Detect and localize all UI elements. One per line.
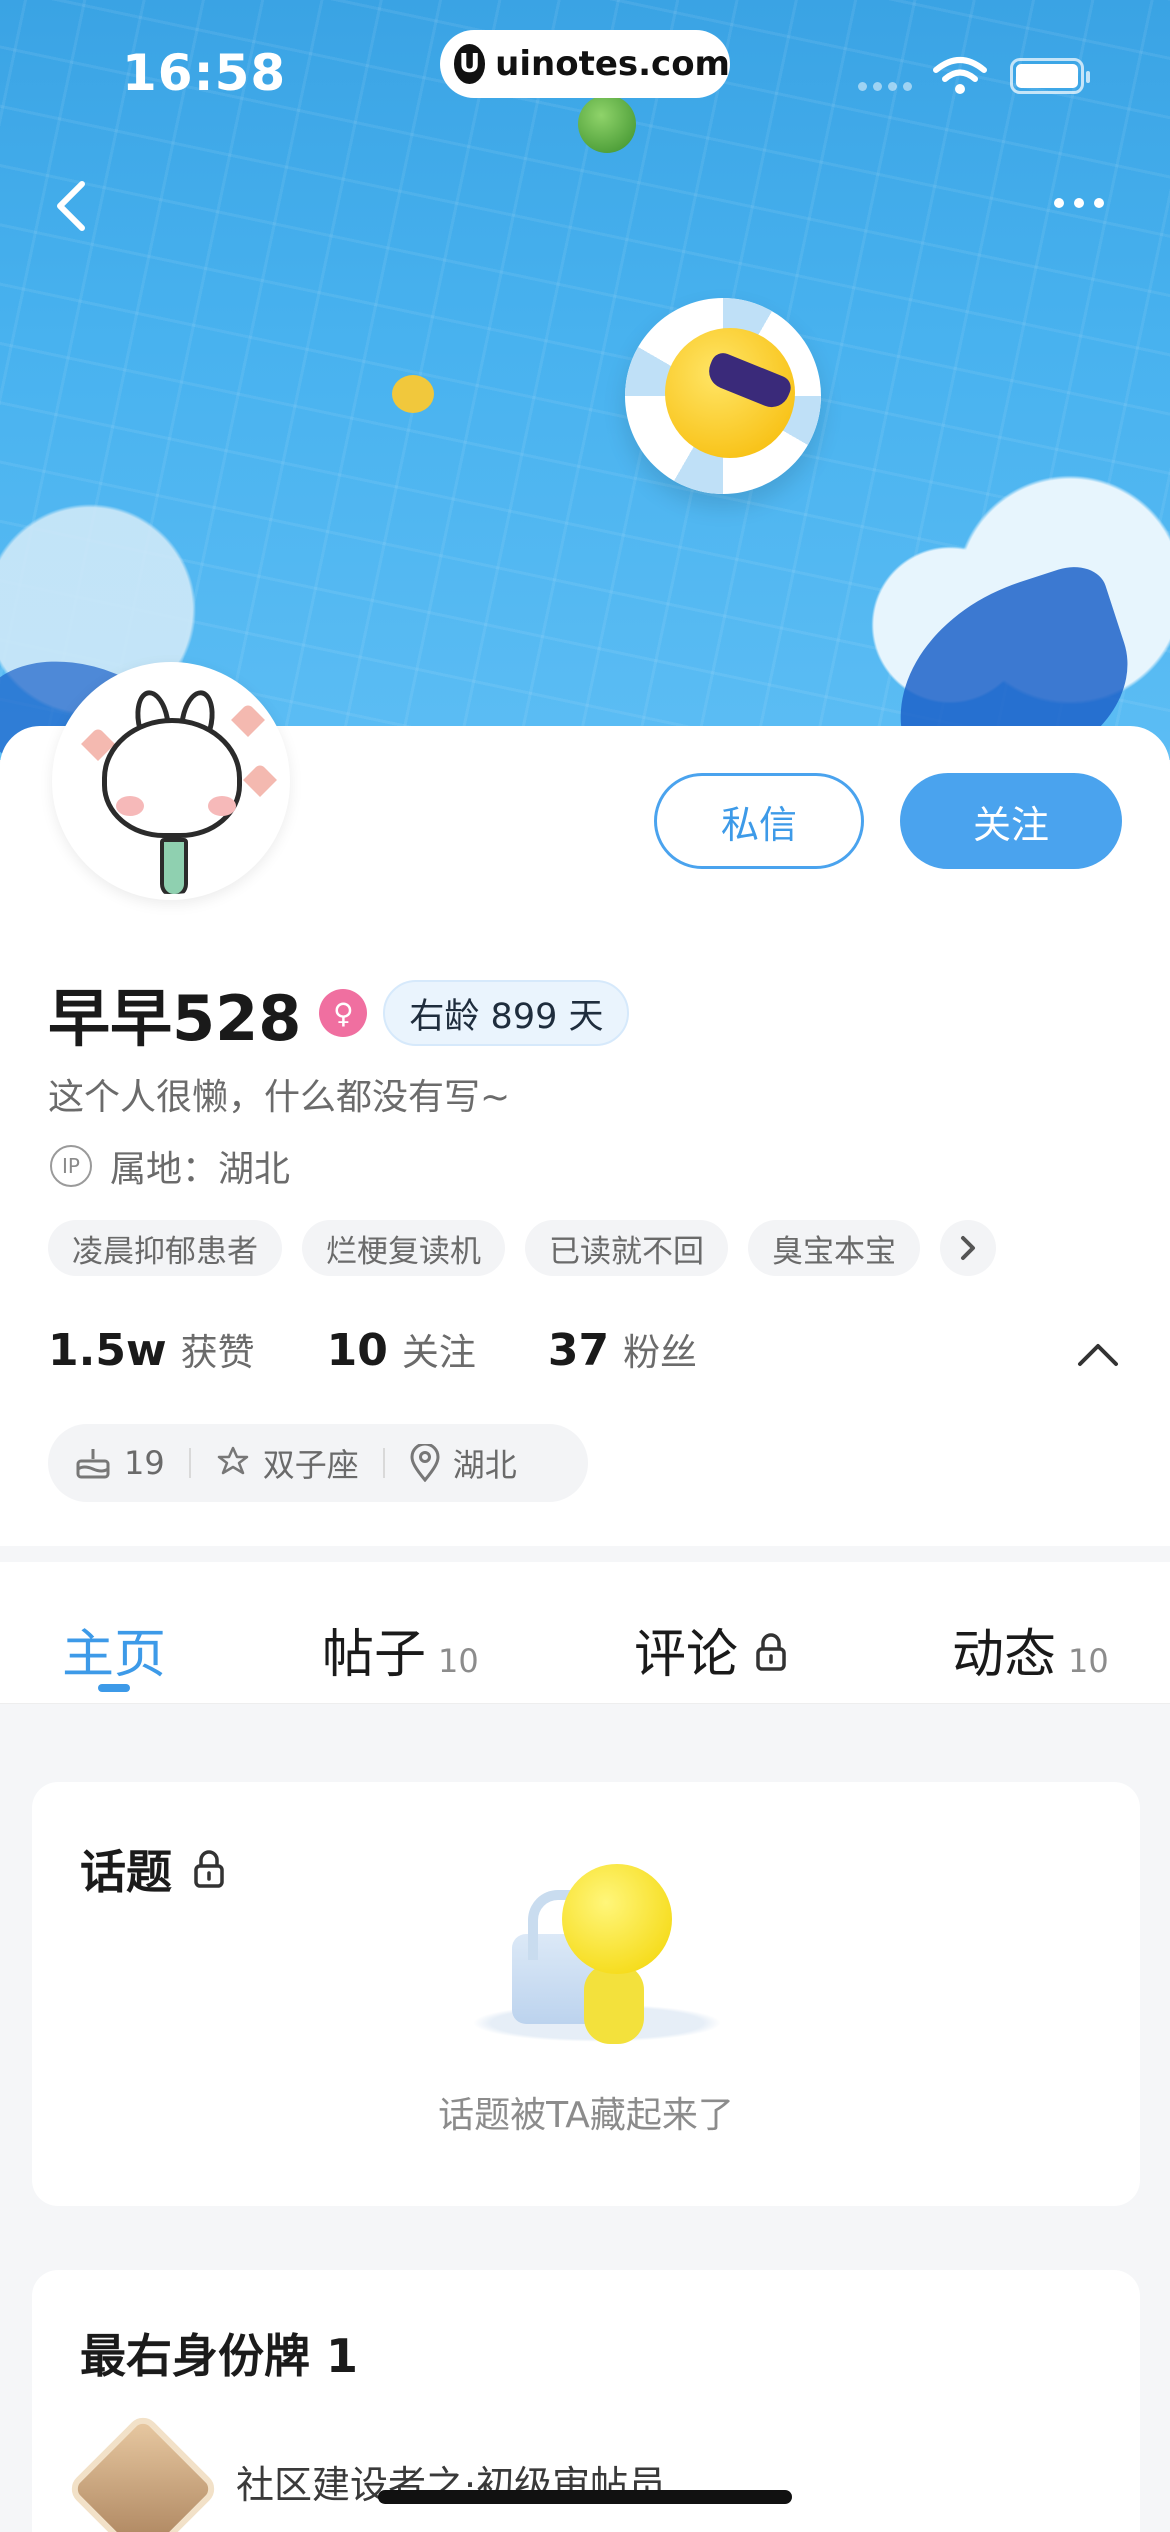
topic-card: 话题 话题被TA藏起来了 <box>32 1782 1140 2206</box>
zodiac-icon <box>217 1446 248 1475</box>
stat-number: 10 <box>326 1325 388 1376</box>
info-age: 19 <box>74 1444 165 1482</box>
stat-number: 1.5w <box>48 1325 167 1376</box>
tab-count: 10 <box>438 1642 479 1680</box>
status-time: 16:58 <box>122 44 287 102</box>
name-row: 早早528 ♀ 右龄 899 天 <box>48 968 630 1058</box>
tag-item[interactable]: 已读就不回 <box>525 1220 728 1276</box>
age-value: 19 <box>124 1444 165 1482</box>
signal-icon <box>858 82 912 91</box>
tab-posts[interactable]: 帖子 10 <box>322 1612 479 1687</box>
heart-icon <box>243 763 277 797</box>
lock-icon <box>756 1633 786 1671</box>
tab-activity[interactable]: 动态 10 <box>952 1612 1109 1687</box>
tag-item[interactable]: 烂梗复读机 <box>302 1220 505 1276</box>
tab-count: 10 <box>1068 1642 1109 1680</box>
url-pill: U uinotes.com <box>440 30 730 98</box>
zodiac-value: 双子座 <box>262 1446 359 1484</box>
follow-button[interactable]: 关注 <box>900 773 1122 869</box>
bio: 这个人很懒，什么都没有写~ <box>48 1077 511 1118</box>
hidden-content-illustration <box>452 1864 742 2054</box>
battery-icon <box>1010 58 1090 94</box>
back-icon[interactable] <box>50 178 94 234</box>
location-icon <box>410 1444 440 1482</box>
sunglasses-emoji-decoration <box>665 328 795 458</box>
ip-location: 属地：湖北 <box>110 1149 291 1190</box>
tag-item[interactable]: 臭宝本宝 <box>748 1220 920 1276</box>
topic-title-row: 话题 <box>80 1836 226 1902</box>
ip-location-row: IP 属地：湖北 <box>50 1140 290 1192</box>
message-button[interactable]: 私信 <box>654 773 864 869</box>
tab-label: 帖子 <box>322 1625 427 1685</box>
chevron-up-icon[interactable] <box>1076 1340 1120 1368</box>
stats-row: 1.5w 获赞 10 关注 37 粉丝 <box>48 1322 769 1376</box>
topic-empty-text: 话题被TA藏起来了 <box>438 2095 734 2136</box>
stat-label: 获赞 <box>180 1331 255 1374</box>
avatar[interactable] <box>52 662 290 900</box>
stat-following[interactable]: 10 关注 <box>327 1322 476 1376</box>
tag-item[interactable]: 凌晨抑郁患者 <box>48 1220 282 1276</box>
active-tab-indicator <box>98 1684 130 1692</box>
watermelon-decoration <box>578 95 636 153</box>
username: 早早528 <box>48 982 302 1055</box>
uinotes-logo-icon: U <box>454 44 486 84</box>
tags-more-button[interactable] <box>940 1220 996 1276</box>
heart-icon <box>231 703 265 737</box>
home-indicator <box>378 2490 792 2504</box>
lock-icon <box>194 1850 224 1888</box>
stat-likes[interactable]: 1.5w 获赞 <box>48 1322 255 1376</box>
tab-label: 评论 <box>634 1625 739 1685</box>
profile-tabs: 主页 帖子 10 评论 动态 10 <box>0 1562 1170 1704</box>
divider <box>382 1448 385 1478</box>
chevron-right-icon <box>961 1236 975 1260</box>
divider <box>188 1448 191 1478</box>
personal-info-chip: 19 双子座 湖北 <box>48 1424 588 1502</box>
topic-title: 话题 <box>80 1845 172 1899</box>
more-icon[interactable] <box>1054 198 1104 208</box>
cake-icon <box>76 1449 110 1479</box>
badge-icon[interactable] <box>65 2411 221 2532</box>
profile-banner <box>0 0 1170 760</box>
account-age-badge[interactable]: 右龄 899 天 <box>383 980 630 1046</box>
tongue-emoji-illustration <box>562 1864 672 1974</box>
tab-home[interactable]: 主页 <box>62 1612 166 1687</box>
info-region: 湖北 <box>409 1440 517 1486</box>
tag-list: 凌晨抑郁患者 烂梗复读机 已读就不回 臭宝本宝 <box>48 1220 996 1276</box>
bunny-face <box>102 718 242 838</box>
wifi-icon <box>933 57 987 94</box>
stat-label: 关注 <box>401 1331 476 1374</box>
badge-card-title: 最右身份牌 1 <box>80 2329 359 2383</box>
stat-number: 37 <box>547 1325 610 1376</box>
info-zodiac: 双子座 <box>215 1440 359 1486</box>
stat-followers[interactable]: 37 粉丝 <box>548 1322 697 1376</box>
tab-comments[interactable]: 评论 <box>634 1612 788 1687</box>
stat-label: 粉丝 <box>623 1331 698 1374</box>
duck-decoration <box>392 375 434 413</box>
region-value: 湖北 <box>452 1446 517 1484</box>
tab-label: 主页 <box>62 1625 167 1685</box>
female-icon: ♀ <box>319 989 368 1037</box>
tab-label: 动态 <box>952 1625 1057 1685</box>
tie-decoration <box>160 838 188 894</box>
url-text: uinotes.com <box>495 44 730 84</box>
ip-icon: IP <box>50 1145 92 1187</box>
sunglasses <box>703 349 795 413</box>
